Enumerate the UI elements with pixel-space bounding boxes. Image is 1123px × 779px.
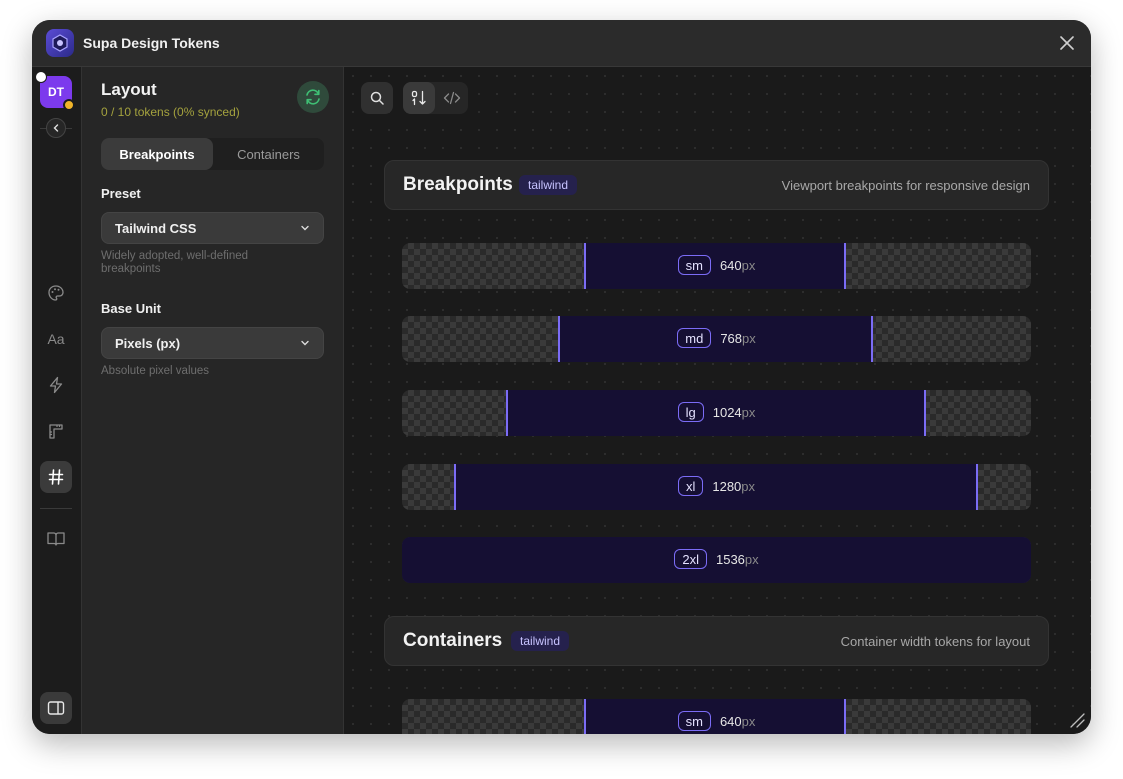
collapse-sidebar-button[interactable] [46,118,66,138]
palette-icon [48,285,64,301]
chevron-down-icon [301,340,309,346]
section-description: Container width tokens for layout [840,634,1030,649]
breakpoint-unit: px [742,330,756,346]
preset-value: Tailwind CSS [115,221,197,236]
breakpoint-value: 1536 [715,551,745,567]
preset-label: Preset [101,186,141,201]
app-title: Supa Design Tokens [83,35,220,51]
avatar-indicator-icon [35,71,47,83]
preset-help: Widely adopted, well-defined breakpoints [101,250,249,275]
nav-effects[interactable] [40,369,72,401]
breakpoint-name: lg [677,402,704,422]
breakpoint-unit: px [744,551,759,567]
sidebar-title: Layout [101,80,157,99]
app-logo-icon [46,29,74,57]
settings-sidebar: Layout 0 / 10 tokens (0% synced) Breakpo… [82,67,344,734]
section-description: Viewport breakpoints for responsive desi… [781,178,1030,193]
container-value: 640 [719,713,742,729]
section-title: Breakpoints [403,174,513,195]
breakpoint-name: sm [677,255,711,275]
chevron-down-icon [301,225,309,231]
breakpoints-section-header: Breakpoints tailwind Viewport breakpoint… [384,160,1049,210]
sort-icon [411,90,426,106]
book-icon [47,532,65,546]
breakpoint-name: md [677,328,712,348]
container-bar[interactable]: sm 640px [402,699,1031,734]
typography-icon: Aa [47,331,65,347]
search-icon [370,91,384,105]
panel-toggle-button[interactable] [40,692,72,724]
sidebar-panel-icon [47,701,65,715]
code-view-button[interactable] [436,82,468,114]
nav-typography[interactable]: Aa [40,323,72,355]
base-unit-value: Pixels (px) [115,336,181,351]
base-unit-label: Base Unit [101,301,161,316]
base-unit-help: Absolute pixel values [101,365,210,377]
nav-spacing[interactable] [40,415,72,447]
breakpoint-name: 2xl [674,549,707,569]
close-icon [1060,36,1074,50]
nav-docs[interactable] [40,523,72,555]
status-dot [63,99,75,111]
framework-badge: tailwind [511,631,570,651]
breakpoint-bar[interactable]: lg 1024px [402,390,1031,436]
breakpoint-bar[interactable]: sm 640px [402,243,1031,289]
lightning-icon [49,376,63,394]
hash-icon [48,469,64,485]
framework-badge: tailwind [519,175,578,195]
tab-breakpoints[interactable]: Breakpoints [101,138,213,170]
breakpoint-bar[interactable]: 2xl 1536px [402,537,1031,583]
close-button[interactable] [1057,33,1077,53]
search-button[interactable] [361,82,393,114]
breakpoint-unit: px [741,404,756,420]
breakpoint-bar[interactable]: md 768px [402,316,1031,362]
breakpoint-value: 640 [719,257,742,273]
sync-button[interactable] [297,81,329,113]
container-unit: px [741,713,756,729]
visual-view-button[interactable] [403,82,435,114]
breakpoint-value: 1024 [712,404,742,420]
view-toggle [403,82,468,114]
tab-containers[interactable]: Containers [213,138,324,170]
canvas-area: Breakpoints tailwind Viewport breakpoint… [344,67,1091,734]
breakpoint-value: 768 [720,330,743,346]
breakpoint-name: xl [677,476,704,496]
code-icon [443,91,461,105]
title-bar: Supa Design Tokens [32,20,1091,67]
breakpoint-bar[interactable]: xl 1280px [402,464,1031,510]
ruler-icon [49,424,63,439]
section-title: Containers [403,630,503,651]
preset-select[interactable]: Tailwind CSS [101,212,324,244]
icon-rail: DT Aa [32,67,82,734]
base-unit-select[interactable]: Pixels (px) [101,327,324,359]
containers-section-header: Containers tailwind Container width toke… [384,616,1049,666]
mode-tabs: Breakpoints Containers [101,138,324,170]
breakpoint-value: 1280 [712,478,742,494]
breakpoint-unit: px [741,257,756,273]
nav-colors[interactable] [40,277,72,309]
breakpoint-unit: px [741,478,756,494]
sync-icon [306,89,320,105]
nav-layout[interactable] [40,461,72,493]
container-name: sm [677,711,711,731]
avatar[interactable]: DT [35,71,75,111]
chevron-left-icon [53,124,59,132]
sync-status: 0 / 10 tokens (0% synced) [101,105,240,119]
app-window: Supa Design Tokens DT Aa Layout 0 / 10 t… [32,20,1091,734]
resize-handle-icon[interactable] [1069,712,1085,728]
avatar-initials: DT [48,85,64,99]
